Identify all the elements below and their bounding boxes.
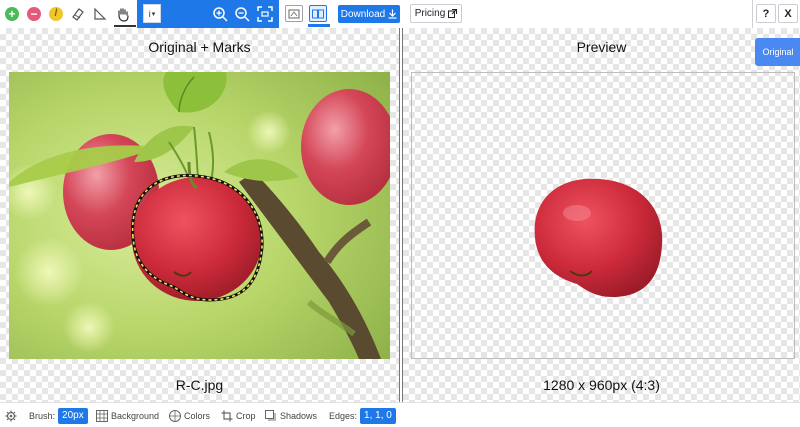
edges-label: Edges: [329,411,358,421]
color-wheel-icon [169,410,181,422]
cutout-apple-preview [534,178,663,297]
eraser-tool[interactable] [67,3,89,25]
edges-value[interactable]: 1, 1, 0 [360,408,396,424]
shadows-label: Shadows [280,411,318,421]
image-dimensions: 1280 x 960px (4:3) [543,377,660,393]
preview-canvas[interactable] [411,72,795,359]
pencil-icon: / [49,7,63,21]
download-button[interactable]: Download [338,5,400,23]
colors-label: Colors [184,411,211,421]
original-panel-title: Original + Marks [148,39,251,55]
original-panel: Original + Marks R-C.jpg [0,28,399,402]
background-label: Background [111,411,160,421]
background-button[interactable]: Background [96,409,159,423]
minus-icon: − [27,7,41,21]
single-view-button[interactable] [285,5,303,22]
gear-icon [5,410,17,422]
mode-select[interactable]: i ▾ [143,4,161,23]
settings-button[interactable] [5,409,17,423]
remove-mark-tool[interactable]: − [23,3,45,25]
preview-panel: Preview Original 1280 x 960px (4:3) [403,28,800,402]
brush-size-value[interactable]: 20px [58,408,88,424]
pricing-label: Pricing [414,8,446,19]
close-label: X [784,7,792,20]
original-button[interactable]: Original [755,38,800,66]
download-icon [388,9,397,19]
split-view-icon [312,9,324,18]
eraser-icon [72,8,84,21]
brush-control[interactable]: Brush: 20px [29,408,88,424]
mode-select-value: i [148,8,151,19]
bottom-bar: Brush: 20px Background Colors Crop Shado… [0,402,800,427]
colors-button[interactable]: Colors [169,409,210,423]
split-view-button[interactable] [309,5,327,22]
file-name: R-C.jpg [175,377,224,393]
zoom-in-button[interactable] [209,3,231,25]
original-photo-canvas[interactable] [9,72,390,359]
active-tool-underline [114,25,136,27]
apple-photo [9,72,390,359]
original-button-label: Original [762,47,794,57]
single-view-icon [288,9,300,18]
fit-view-icon [257,6,273,22]
active-view-underline [308,24,330,27]
preview-panel-title: Preview [576,39,627,55]
shadow-icon [265,410,276,421]
help-label: ? [762,7,770,20]
close-button[interactable]: X [778,4,798,23]
toolbar-separator [752,0,753,28]
hand-icon [118,7,129,22]
external-link-icon [448,9,458,18]
crop-button[interactable]: Crop [221,409,256,423]
hand-tool[interactable] [112,3,134,25]
toolbar: + − / i ▾ Download Pricing ? X [0,0,800,28]
pricing-button[interactable]: Pricing [410,4,462,23]
zoom-out-icon [235,7,250,22]
fit-view-button[interactable] [254,3,276,25]
plus-icon: + [5,7,19,21]
download-label: Download [340,8,386,20]
edges-control[interactable]: Edges: 1, 1, 0 [329,408,396,424]
pencil-tool[interactable]: / [45,3,67,25]
crop-label: Crop [236,411,256,421]
brush-label: Brush: [29,411,56,421]
zoom-out-button[interactable] [231,3,253,25]
add-mark-tool[interactable]: + [1,3,23,25]
ruler-icon [94,7,107,20]
grid-icon [96,410,108,422]
ruler-tool[interactable] [89,3,111,25]
help-button[interactable]: ? [756,4,776,23]
shadows-button[interactable]: Shadows [265,409,317,423]
zoom-in-icon [213,7,228,22]
chevron-down-icon: ▾ [151,10,156,18]
crop-icon [221,410,233,422]
